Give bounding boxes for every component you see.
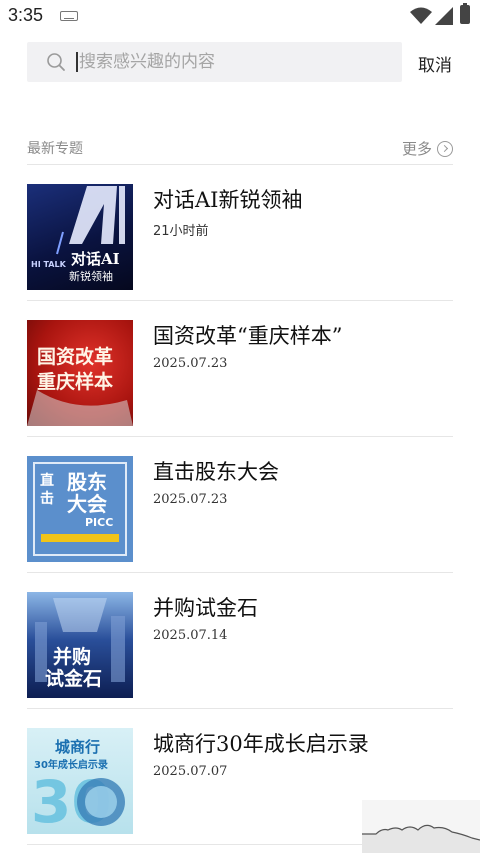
topic-title: 对话AI新锐领袖	[153, 188, 303, 212]
more-link[interactable]: 更多	[402, 138, 453, 159]
floating-widget	[362, 800, 480, 853]
search-icon	[47, 53, 65, 71]
topic-date: 2025.07.14	[153, 628, 228, 643]
keyboard-icon	[60, 11, 78, 21]
topic-title: 并购试金石	[153, 596, 258, 620]
topic-item[interactable]: 直 击 股东 大会 PICC 直击股东大会 2025.07.23	[27, 436, 453, 573]
topic-date: 2025.07.23	[153, 492, 228, 507]
chevron-right-circle-icon	[437, 140, 453, 157]
topic-item[interactable]: HI TALK 对话AI 新锐领袖 对话AI新锐领袖 21小时前	[27, 164, 453, 301]
search-input[interactable]	[79, 42, 389, 82]
battery-icon	[460, 3, 470, 24]
text-cursor	[76, 52, 78, 72]
topic-item[interactable]: 并购 试金石 并购试金石 2025.07.14	[27, 572, 453, 709]
topic-item[interactable]: 国资改革 重庆样本 国资改革“重庆样本” 2025.07.23	[27, 300, 453, 437]
thumb-title: 对话AI	[71, 250, 120, 268]
topic-date: 2025.07.07	[153, 764, 228, 779]
thumb-line2: 试金石	[45, 668, 103, 690]
topic-thumbnail: 直 击 股东 大会 PICC	[27, 456, 133, 562]
status-time: 3:35	[8, 5, 44, 25]
search-bar	[27, 42, 402, 82]
cancel-button[interactable]: 取消	[418, 51, 452, 76]
more-label: 更多	[401, 140, 432, 158]
topic-date: 2025.07.23	[153, 356, 228, 371]
status-bar: 3:35	[0, 0, 480, 32]
thumb-brand: HI TALK	[31, 260, 66, 269]
signal-icon	[435, 7, 453, 25]
topic-title: 国资改革“重庆样本”	[153, 324, 343, 348]
topic-title: 直击股东大会	[153, 460, 279, 484]
thumb-subtitle: 新锐领袖	[69, 270, 113, 283]
topic-title: 城商行30年成长启示录	[153, 732, 369, 756]
thumb-line1: 国资改革	[37, 346, 114, 368]
wifi-icon	[410, 7, 432, 24]
topic-date: 21小时前	[153, 224, 209, 239]
thumb-brand: PICC	[85, 516, 114, 529]
section-header: 最新专题 更多	[27, 136, 453, 165]
section-title: 最新专题	[27, 141, 83, 157]
topic-thumbnail: 国资改革 重庆样本	[27, 320, 133, 426]
thumb-side1: 直	[40, 473, 54, 489]
thumb-line2: 大会	[67, 492, 107, 516]
topic-thumbnail: 城商行 30年成长启示录 30	[27, 728, 133, 834]
thumb-side2: 击	[40, 491, 54, 507]
topic-thumbnail: 并购 试金石	[27, 592, 133, 698]
wave-graphic	[362, 824, 480, 853]
topic-thumbnail: HI TALK 对话AI 新锐领袖	[27, 184, 133, 290]
thumb-line2: 重庆样本	[37, 371, 114, 393]
globe-graphic	[77, 778, 125, 826]
